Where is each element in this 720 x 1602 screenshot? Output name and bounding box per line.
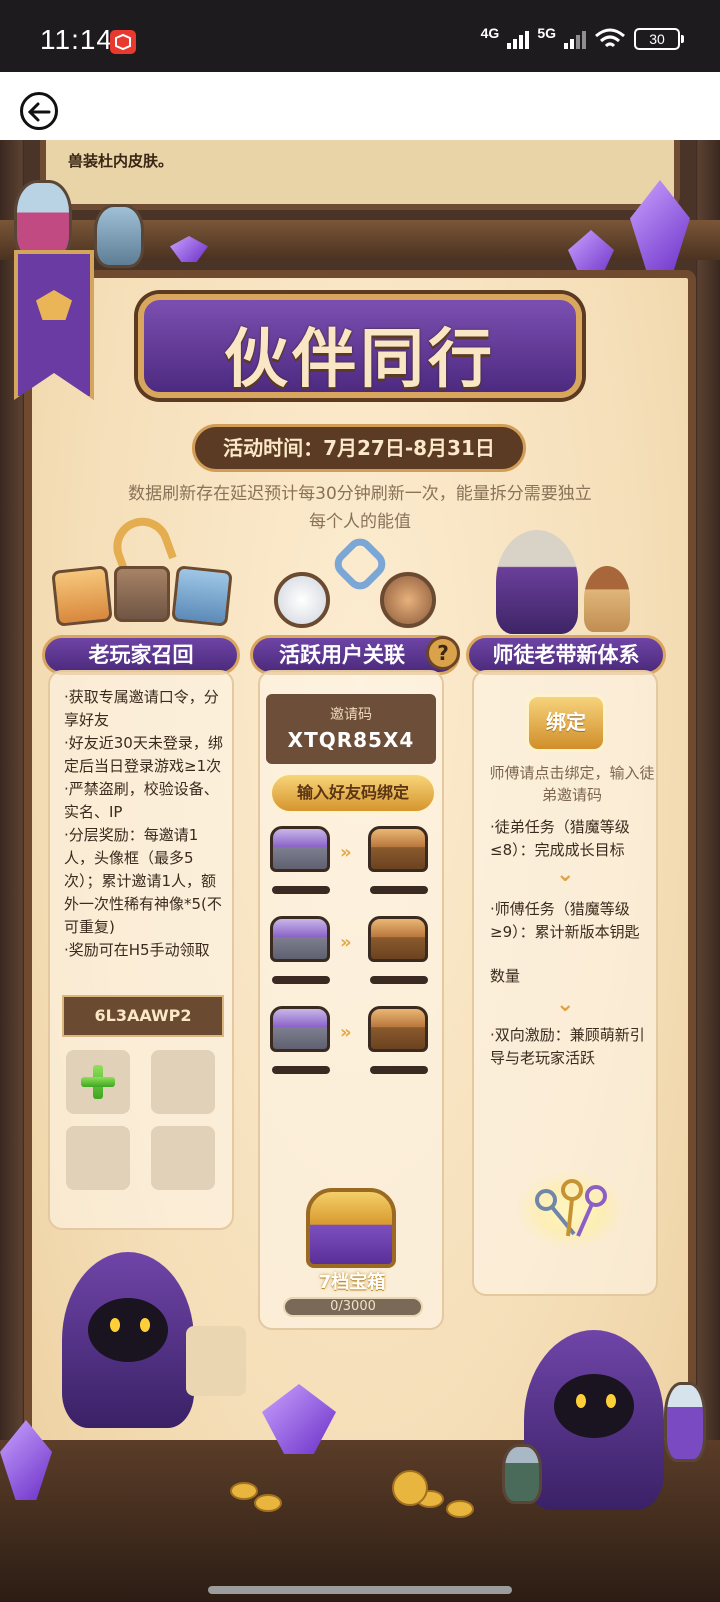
mage-eye bbox=[140, 1318, 150, 1332]
apprentice-figure bbox=[584, 566, 630, 632]
rule-line: ·获取专属邀请口令，分享好友 bbox=[64, 688, 219, 729]
mutual-incentive-text: ·双向激励：兼顾萌新引导与老玩家活跃 bbox=[490, 1026, 645, 1067]
battery-icon: 30 bbox=[634, 28, 684, 50]
refresh-note: 数据刷新存在延迟预计每30分钟刷新一次，能量拆分需要独立每个人的能值 bbox=[128, 484, 592, 532]
potion-bottle-icon bbox=[94, 204, 144, 268]
cat-avatar-icon bbox=[274, 572, 330, 628]
double-chevron-down-icon: ⌄ bbox=[556, 992, 575, 1017]
mentor-bind-hint: 师傅请点击绑定，输入徒弟邀请码 bbox=[489, 764, 655, 804]
bind-button[interactable]: 绑定 bbox=[526, 694, 606, 752]
mentor-task-text-cont: 数量 bbox=[490, 967, 521, 985]
brown-chest-icon bbox=[368, 1006, 428, 1052]
scroll-prop bbox=[186, 1326, 246, 1396]
invite-slot bbox=[151, 1126, 215, 1190]
chest-progress-bar bbox=[370, 1066, 428, 1074]
help-question-icon[interactable]: ? bbox=[426, 636, 460, 670]
hero-avatar-icon bbox=[380, 572, 436, 628]
back-arrow-icon[interactable] bbox=[20, 92, 58, 130]
gold-coin-icon bbox=[254, 1494, 282, 1512]
rule-line: ·严禁盗刷，校验设备、实名、IP bbox=[64, 780, 219, 821]
double-chevron-right-icon: » bbox=[340, 842, 352, 863]
keys-icon-drawing bbox=[535, 1179, 607, 1237]
tier-treasure-chest-icon[interactable] bbox=[306, 1188, 396, 1268]
top-scroll-text: 兽装杜内皮肤。 bbox=[68, 152, 174, 170]
mage-eye bbox=[606, 1394, 616, 1408]
plus-icon[interactable] bbox=[81, 1065, 115, 1099]
brown-chest-icon bbox=[368, 916, 428, 962]
elder-master-figure bbox=[496, 530, 578, 634]
app-notification-icon bbox=[110, 30, 136, 54]
invite-slot bbox=[151, 1050, 215, 1114]
signal-1-icon bbox=[507, 29, 530, 49]
invite-code-label: 邀请码 bbox=[330, 707, 372, 723]
veteran-recall-rules: ·获取专属邀请口令，分享好友 ·好友近30天未登录，绑定后当日登录游戏≥1次 ·… bbox=[64, 686, 228, 962]
invite-slot bbox=[66, 1126, 130, 1190]
chest-progress-bar bbox=[272, 976, 330, 984]
recall-code-plate[interactable]: 6L3AAWP2 bbox=[62, 995, 224, 1037]
event-title: 伙伴同行 bbox=[224, 323, 496, 397]
double-chevron-right-icon: » bbox=[340, 1022, 352, 1043]
double-chevron-down-icon: ⌄ bbox=[556, 862, 575, 887]
mage-face bbox=[554, 1374, 634, 1438]
mentor-task-text: ·师傅任务（猎魔等级≥9）：累计新版本钥匙 bbox=[490, 900, 640, 941]
chest-progress-bar bbox=[272, 1066, 330, 1074]
potion-bottle-icon bbox=[502, 1444, 542, 1504]
network-4g-label: 4G bbox=[480, 25, 500, 41]
dragon-portrait-icon bbox=[171, 565, 233, 627]
chest-progress-bar bbox=[370, 886, 428, 894]
mage-eye bbox=[110, 1318, 120, 1332]
keys-icon bbox=[516, 1170, 626, 1250]
invite-code-value: XTQR85X4 bbox=[287, 728, 415, 752]
cat-portrait-icon bbox=[51, 565, 113, 627]
monkey-portrait-icon bbox=[114, 566, 170, 622]
status-bar: 11:14 4G 5G 30 bbox=[0, 0, 720, 72]
energy-progress-bar: 0/3000 bbox=[283, 1297, 423, 1317]
chest-progress-bar bbox=[272, 886, 330, 894]
wifi-icon bbox=[595, 28, 625, 48]
gold-coin-icon bbox=[230, 1482, 258, 1500]
tier-chest-label: 7档宝箱 bbox=[318, 1272, 386, 1293]
chest-progress-bar bbox=[370, 976, 428, 984]
mage-face bbox=[88, 1298, 168, 1362]
purple-chest-icon bbox=[270, 1006, 330, 1052]
potion-bottle-icon bbox=[14, 180, 72, 260]
double-chevron-right-icon: » bbox=[340, 932, 352, 953]
event-date-pill: 活动时间：7月27日-8月31日 bbox=[192, 424, 526, 472]
potion-bottle-icon bbox=[664, 1382, 706, 1462]
nav-bar bbox=[0, 72, 720, 140]
column-header-veteran-recall: 老玩家召回 bbox=[42, 635, 240, 675]
rule-line: ·分层奖励：每邀请1人，头像框（最多5次）；累计邀请1人，额外一次性稀有神像*5… bbox=[64, 826, 222, 936]
apprentice-task-text: ·徒弟任务（猎魔等级≤8）：完成成长目标 bbox=[490, 818, 630, 859]
brown-chest-icon bbox=[368, 826, 428, 872]
rule-line: ·奖励可在H5手动领取 bbox=[64, 941, 210, 959]
bind-friend-code-button[interactable]: 输入好友码绑定 bbox=[270, 773, 436, 813]
home-indicator[interactable] bbox=[208, 1586, 512, 1594]
status-icons: 4G 5G 30 bbox=[480, 25, 684, 50]
purple-chest-icon bbox=[270, 916, 330, 962]
signal-2-icon bbox=[564, 29, 586, 49]
gold-coin-icon bbox=[446, 1500, 474, 1518]
column-header-mentor-system: 师徒老带新体系 bbox=[466, 635, 666, 675]
rule-line: ·好友近30天未登录，绑定后当日登录游戏≥1次 bbox=[64, 734, 223, 775]
purple-chest-icon bbox=[270, 826, 330, 872]
gold-coin-icon bbox=[392, 1470, 428, 1506]
mage-eye bbox=[576, 1394, 586, 1408]
status-time: 11:14 bbox=[40, 24, 113, 55]
network-5g-label: 5G bbox=[537, 25, 556, 41]
